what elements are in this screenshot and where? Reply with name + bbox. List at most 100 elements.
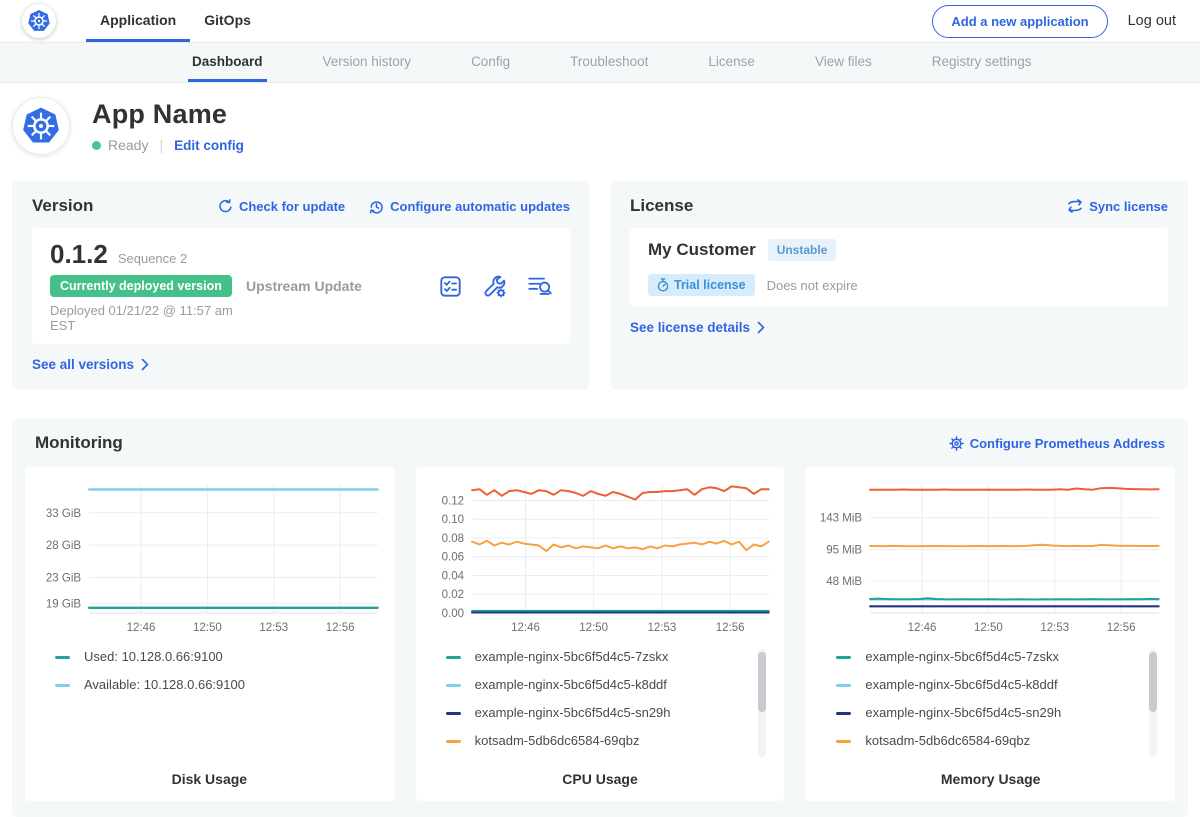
legend-color-dash — [836, 740, 851, 743]
sync-icon — [1067, 199, 1083, 213]
top-nav: Application GitOps Add a new application… — [0, 0, 1200, 42]
legend-color-dash — [55, 684, 70, 687]
chart-title: Disk Usage — [35, 767, 384, 789]
legend-color-dash — [446, 684, 461, 687]
legend-color-dash — [836, 712, 851, 715]
version-card: Version Check for update Configure au — [12, 181, 590, 390]
wrench-gear-icon — [482, 275, 507, 298]
legend-scrollbar[interactable] — [758, 649, 766, 757]
see-all-versions-link[interactable]: See all versions — [32, 357, 149, 372]
license-card: License Sync license My Customer Unstabl… — [610, 181, 1188, 390]
legend-label: kotsadm-5db6dc6584-69qbz — [865, 733, 1030, 748]
chevron-right-icon — [757, 321, 765, 334]
tab-license[interactable]: License — [704, 43, 759, 82]
edit-config-button[interactable] — [482, 275, 507, 298]
customer-name: My Customer — [648, 240, 756, 260]
legend-color-dash — [446, 712, 461, 715]
configure-automatic-updates-link[interactable]: Configure automatic updates — [369, 199, 570, 214]
svg-text:23 GiB: 23 GiB — [46, 572, 82, 584]
see-license-details-link[interactable]: See license details — [630, 320, 765, 335]
legend-scrollbar[interactable] — [1149, 649, 1157, 757]
logout-link[interactable]: Log out — [1128, 13, 1176, 29]
edit-config-link[interactable]: Edit config — [174, 138, 244, 153]
deploy-logs-button[interactable] — [527, 275, 552, 297]
deployed-version-badge: Currently deployed version — [50, 275, 232, 297]
chart-title: Memory Usage — [816, 767, 1165, 789]
legend-scrollbar-thumb[interactable] — [1149, 652, 1157, 712]
svg-text:12:50: 12:50 — [579, 622, 608, 634]
legend-item: example-nginx-5bc6f5d4c5-7zskx — [836, 649, 1161, 664]
page-title: App Name — [92, 99, 244, 130]
svg-text:12:56: 12:56 — [1107, 622, 1136, 634]
svg-text:12:53: 12:53 — [259, 622, 288, 634]
legend-label: example-nginx-5bc6f5d4c5-k8ddf — [865, 677, 1057, 692]
nav-gitops[interactable]: GitOps — [190, 0, 265, 42]
tab-registry-settings[interactable]: Registry settings — [928, 43, 1036, 82]
svg-text:0.00: 0.00 — [441, 608, 463, 620]
svg-text:143 MiB: 143 MiB — [820, 513, 863, 525]
divider: | — [159, 137, 163, 153]
logs-search-icon — [527, 275, 552, 297]
cpu-usage-legend: example-nginx-5bc6f5d4c5-7zskx example-ng… — [446, 649, 771, 767]
cpu-usage-card: 0.120.100.080.060.040.020.0012:4612:5012… — [416, 467, 785, 801]
disk-usage-chart: 33 GiB28 GiB23 GiB19 GiB12:4612:5012:531… — [35, 479, 384, 637]
legend-item: Used: 10.128.0.66:9100 — [55, 649, 380, 664]
app-header: App Name Ready | Edit config — [0, 83, 1200, 173]
svg-text:12:56: 12:56 — [715, 622, 744, 634]
current-version-panel: 0.1.2 Sequence 2 Currently deployed vers… — [32, 228, 570, 344]
tab-config[interactable]: Config — [467, 43, 514, 82]
version-source-label: Upstream Update — [246, 278, 362, 294]
svg-text:12:56: 12:56 — [326, 622, 355, 634]
legend-label: example-nginx-5bc6f5d4c5-sn29h — [865, 705, 1061, 720]
clock-arrow-icon — [369, 199, 384, 214]
tab-version-history[interactable]: Version history — [319, 43, 416, 82]
app-kubernetes-icon — [12, 97, 70, 155]
cpu-usage-chart: 0.120.100.080.060.040.020.0012:4612:5012… — [426, 479, 775, 637]
disk-usage-card: 33 GiB28 GiB23 GiB19 GiB12:4612:5012:531… — [25, 467, 394, 801]
configure-prometheus-link[interactable]: Configure Prometheus Address — [949, 436, 1165, 451]
legend-color-dash — [446, 740, 461, 743]
legend-color-dash — [836, 684, 851, 687]
legend-label: kotsadm-5db6dc6584-69qbz — [475, 733, 640, 748]
svg-text:12:46: 12:46 — [127, 622, 156, 634]
nav-application[interactable]: Application — [86, 0, 190, 42]
legend-item: example-nginx-5bc6f5d4c5-sn29h — [446, 705, 771, 720]
license-panel: My Customer Unstable Trial license Does … — [630, 228, 1168, 307]
tab-bar: Dashboard Version history Config Troublesho… — [0, 42, 1200, 83]
legend-item: example-nginx-5bc6f5d4c5-sn29h — [836, 705, 1161, 720]
sync-license-link[interactable]: Sync license — [1067, 199, 1168, 214]
svg-text:12:53: 12:53 — [647, 622, 676, 634]
deployed-timestamp: Deployed 01/21/22 @ 11:57 am EST — [50, 303, 246, 333]
svg-text:0.02: 0.02 — [441, 589, 463, 601]
legend-color-dash — [55, 656, 70, 659]
status-badge: Ready — [108, 137, 148, 153]
tab-troubleshoot[interactable]: Troubleshoot — [566, 43, 652, 82]
legend-item: example-nginx-5bc6f5d4c5-k8ddf — [836, 677, 1161, 692]
svg-text:95 MiB: 95 MiB — [827, 545, 863, 557]
svg-text:0.12: 0.12 — [441, 495, 463, 507]
release-notes-button[interactable] — [439, 275, 462, 298]
disk-usage-legend: Used: 10.128.0.66:9100Available: 10.128.… — [55, 649, 380, 767]
svg-text:19 GiB: 19 GiB — [46, 598, 82, 610]
status-dot — [92, 141, 101, 150]
tab-view-files[interactable]: View files — [811, 43, 876, 82]
legend-label: example-nginx-5bc6f5d4c5-sn29h — [475, 705, 671, 720]
chart-title: CPU Usage — [426, 767, 775, 789]
add-application-button[interactable]: Add a new application — [932, 5, 1107, 38]
svg-text:28 GiB: 28 GiB — [46, 540, 82, 552]
memory-usage-legend: example-nginx-5bc6f5d4c5-7zskx example-ng… — [836, 649, 1161, 767]
monitoring-section: Monitoring Configure Prometheus Address … — [12, 418, 1188, 817]
channel-badge: Unstable — [768, 239, 837, 261]
gear-icon — [949, 436, 964, 451]
legend-label: example-nginx-5bc6f5d4c5-k8ddf — [475, 677, 667, 692]
legend-label: example-nginx-5bc6f5d4c5-7zskx — [475, 649, 669, 664]
svg-text:12:50: 12:50 — [193, 622, 222, 634]
tab-dashboard[interactable]: Dashboard — [188, 43, 267, 82]
refresh-icon — [218, 199, 233, 214]
memory-usage-card: 143 MiB95 MiB48 MiB12:4612:5012:5312:56 … — [806, 467, 1175, 801]
svg-text:0.08: 0.08 — [441, 533, 463, 545]
check-for-update-link[interactable]: Check for update — [218, 199, 345, 214]
version-card-title: Version — [32, 196, 93, 216]
legend-item: example-nginx-5bc6f5d4c5-7zskx — [446, 649, 771, 664]
legend-scrollbar-thumb[interactable] — [758, 652, 766, 712]
